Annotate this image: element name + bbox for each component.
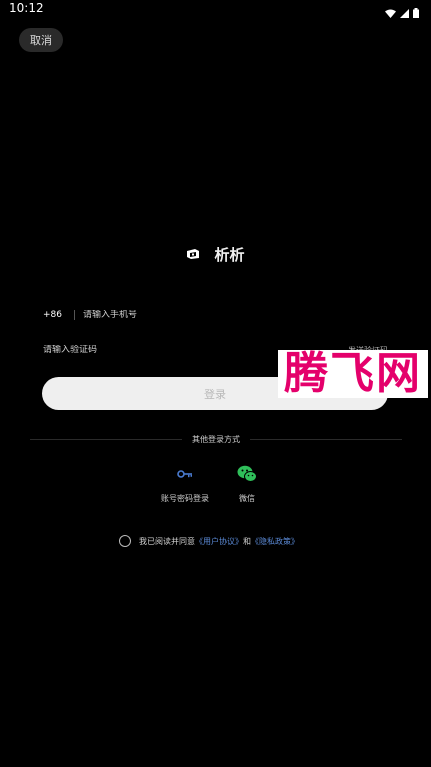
agreement-checkbox[interactable] xyxy=(119,535,131,547)
status-time: 10:12 xyxy=(9,1,44,15)
wechat-login-option[interactable]: 微信 xyxy=(224,463,270,504)
phone-input[interactable] xyxy=(83,310,283,320)
other-login-title: 其他登录方式 xyxy=(192,434,240,444)
country-code-selector[interactable]: +86 xyxy=(43,310,62,320)
privacy-policy-link[interactable]: 《隐私政策》 xyxy=(251,536,299,547)
watermark: 腾飞网 xyxy=(278,350,428,398)
wifi-icon xyxy=(385,3,396,22)
cancel-button[interactable]: 取消 xyxy=(19,28,63,52)
app-logo-icon xyxy=(186,245,200,264)
status-bar: 10:12 xyxy=(0,0,431,18)
agreement-row: 我已阅读并同意 《用户协议》 和 《隐私政策》 xyxy=(119,535,299,547)
divider xyxy=(74,310,75,320)
app-name: 析析 xyxy=(214,246,245,264)
code-input[interactable] xyxy=(43,345,243,355)
wechat-icon xyxy=(236,463,258,485)
agreement-prefix: 我已阅读并同意 xyxy=(139,536,195,546)
divider-line-right xyxy=(250,438,402,440)
battery-icon xyxy=(413,3,419,22)
password-login-label: 账号密码登录 xyxy=(161,494,209,503)
phone-row: +86 xyxy=(43,307,388,323)
divider-line-left xyxy=(30,438,182,440)
agreement-conjunction: 和 xyxy=(243,536,251,546)
status-icons xyxy=(385,3,419,22)
user-agreement-link[interactable]: 《用户协议》 xyxy=(195,536,243,547)
password-login-option[interactable]: 账号密码登录 xyxy=(150,463,220,504)
other-login-divider: 其他登录方式 xyxy=(30,432,402,446)
wechat-login-label: 微信 xyxy=(239,494,255,503)
signal-icon xyxy=(400,3,409,22)
key-icon xyxy=(174,463,196,485)
app-brand: 析析 xyxy=(0,244,431,265)
